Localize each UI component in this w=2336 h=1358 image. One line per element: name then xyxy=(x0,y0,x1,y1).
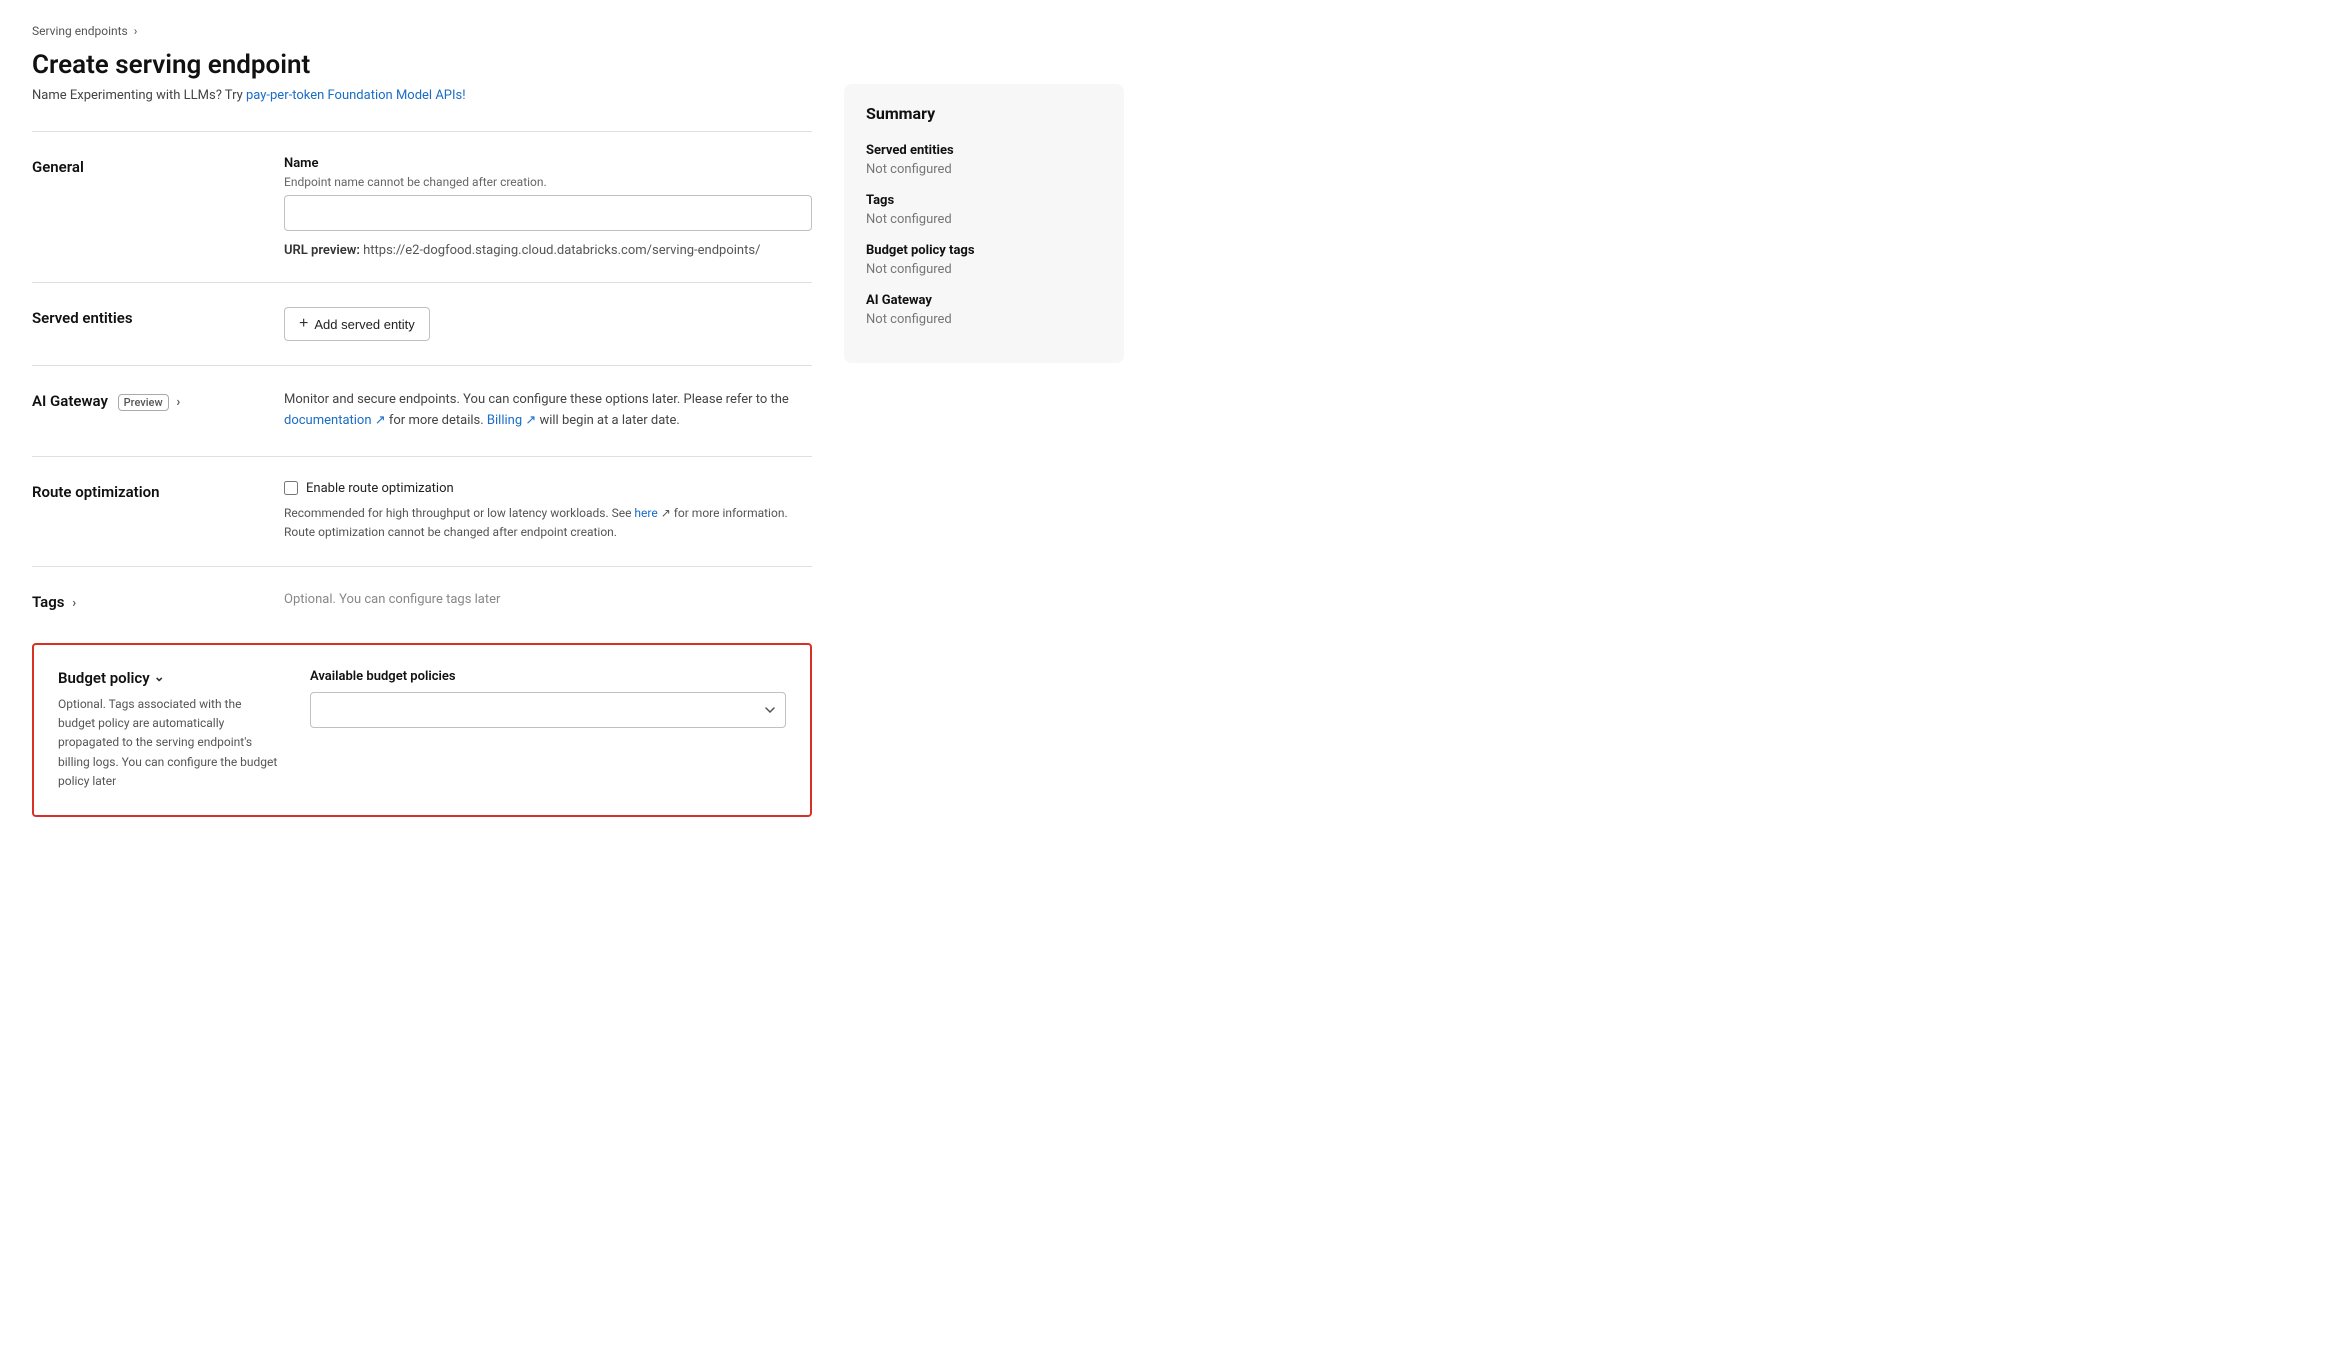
tags-label: Tags › xyxy=(32,591,252,611)
route-optimization-checkbox-label[interactable]: Enable route optimization xyxy=(306,481,454,496)
route-hint-after: ↗ for more information. xyxy=(661,506,788,520)
plus-icon: + xyxy=(299,315,308,333)
budget-policy-section: Budget policy ⌄ Optional. Tags associate… xyxy=(34,645,810,815)
summary-tags-label: Tags xyxy=(866,193,1102,208)
route-hint-before: Recommended for high throughput or low l… xyxy=(284,506,634,520)
budget-policy-select[interactable] xyxy=(310,692,786,728)
billing-link[interactable]: Billing ↗ xyxy=(487,413,536,428)
url-preview-label: URL preview: xyxy=(284,243,360,258)
ai-gateway-label: AI Gateway Preview › xyxy=(32,390,252,410)
general-label: General xyxy=(32,156,252,176)
name-field-label: Name xyxy=(284,156,812,171)
ai-gateway-chevron[interactable]: › xyxy=(176,395,180,410)
summary-ai-gateway-value: Not configured xyxy=(866,312,1102,327)
breadcrumb-chevron: › xyxy=(134,24,138,38)
budget-policy-wrapper: Budget policy ⌄ Optional. Tags associate… xyxy=(32,643,812,817)
url-preview: URL preview: https://e2-dogfood.staging.… xyxy=(284,243,812,258)
summary-budget-policy-tags: Budget policy tags Not configured xyxy=(866,243,1102,277)
budget-policy-title-row: Budget policy ⌄ xyxy=(58,669,278,687)
budget-policy-chevron[interactable]: ⌄ xyxy=(154,670,165,685)
served-entities-label: Served entities xyxy=(32,307,252,327)
name-field-hint: Endpoint name cannot be changed after cr… xyxy=(284,175,812,189)
summary-ai-gateway-label: AI Gateway xyxy=(866,293,1102,308)
ai-gateway-for-more: for more details. xyxy=(389,413,487,428)
route-optimization-content: Enable route optimization Recommended fo… xyxy=(284,481,812,542)
page-title: Create serving endpoint xyxy=(32,50,812,80)
route-optimization-checkbox[interactable] xyxy=(284,481,298,495)
summary-tags-value: Not configured xyxy=(866,212,1102,227)
ai-gateway-desc: Monitor and secure endpoints. You can co… xyxy=(284,392,789,407)
breadcrumb[interactable]: Serving endpoints › xyxy=(32,24,812,38)
summary-box: Summary Served entities Not configured T… xyxy=(844,84,1124,363)
summary-ai-gateway: AI Gateway Not configured xyxy=(866,293,1102,327)
served-entities-section: Served entities + Add served entity xyxy=(32,282,812,365)
summary-served-entities: Served entities Not configured xyxy=(866,143,1102,177)
summary-budget-policy-tags-label: Budget policy tags xyxy=(866,243,1102,258)
tags-section: Tags › Optional. You can configure tags … xyxy=(32,566,812,635)
budget-policy-label-col: Budget policy ⌄ Optional. Tags associate… xyxy=(58,669,278,791)
tags-chevron[interactable]: › xyxy=(72,596,76,611)
summary-budget-policy-tags-value: Not configured xyxy=(866,262,1102,277)
served-entities-content: + Add served entity xyxy=(284,307,812,341)
ai-gateway-title: AI Gateway xyxy=(32,392,108,410)
documentation-link[interactable]: documentation ↗ xyxy=(284,413,386,428)
summary-tags: Tags Not configured xyxy=(866,193,1102,227)
route-optimization-hint: Recommended for high throughput or low l… xyxy=(284,504,812,542)
general-content: Name Endpoint name cannot be changed aft… xyxy=(284,156,812,258)
subtitle-static: Experimenting with LLMs? Try xyxy=(70,88,246,103)
sidebar: Summary Served entities Not configured T… xyxy=(844,24,1124,817)
ai-gateway-billing-end: will begin at a later date. xyxy=(539,413,679,428)
budget-policy-title: Budget policy xyxy=(58,669,150,687)
subtitle-text: Name xyxy=(32,88,67,103)
tags-title: Tags xyxy=(32,593,65,611)
tags-hint: Optional. You can configure tags later xyxy=(284,592,500,607)
route-optimization-label: Route optimization xyxy=(32,481,252,501)
tags-content: Optional. You can configure tags later xyxy=(284,591,812,607)
ai-gateway-section: AI Gateway Preview › Monitor and secure … xyxy=(32,365,812,456)
budget-available-label: Available budget policies xyxy=(310,669,786,684)
summary-title: Summary xyxy=(866,104,1102,123)
route-optimization-section: Route optimization Enable route optimiza… xyxy=(32,456,812,566)
route-hint-second: Route optimization cannot be changed aft… xyxy=(284,525,617,539)
ai-gateway-content: Monitor and secure endpoints. You can co… xyxy=(284,390,812,432)
add-entity-label: Add served entity xyxy=(314,317,414,332)
budget-policy-content: Available budget policies xyxy=(310,669,786,728)
summary-served-entities-label: Served entities xyxy=(866,143,1102,158)
endpoint-name-input[interactable] xyxy=(284,195,812,231)
url-preview-value: https://e2-dogfood.staging.cloud.databri… xyxy=(363,243,760,258)
subtitle: Name Experimenting with LLMs? Try pay-pe… xyxy=(32,88,812,103)
preview-badge: Preview xyxy=(118,394,169,411)
subtitle-link[interactable]: pay-per-token Foundation Model APIs! xyxy=(246,88,466,103)
summary-served-entities-value: Not configured xyxy=(866,162,1102,177)
route-hint-link[interactable]: here xyxy=(634,506,657,520)
budget-policy-description: Optional. Tags associated with the budge… xyxy=(58,695,278,791)
general-section: General Name Endpoint name cannot be cha… xyxy=(32,131,812,282)
enable-route-optimization-row: Enable route optimization xyxy=(284,481,812,496)
add-served-entity-button[interactable]: + Add served entity xyxy=(284,307,430,341)
breadcrumb-link[interactable]: Serving endpoints xyxy=(32,24,128,38)
